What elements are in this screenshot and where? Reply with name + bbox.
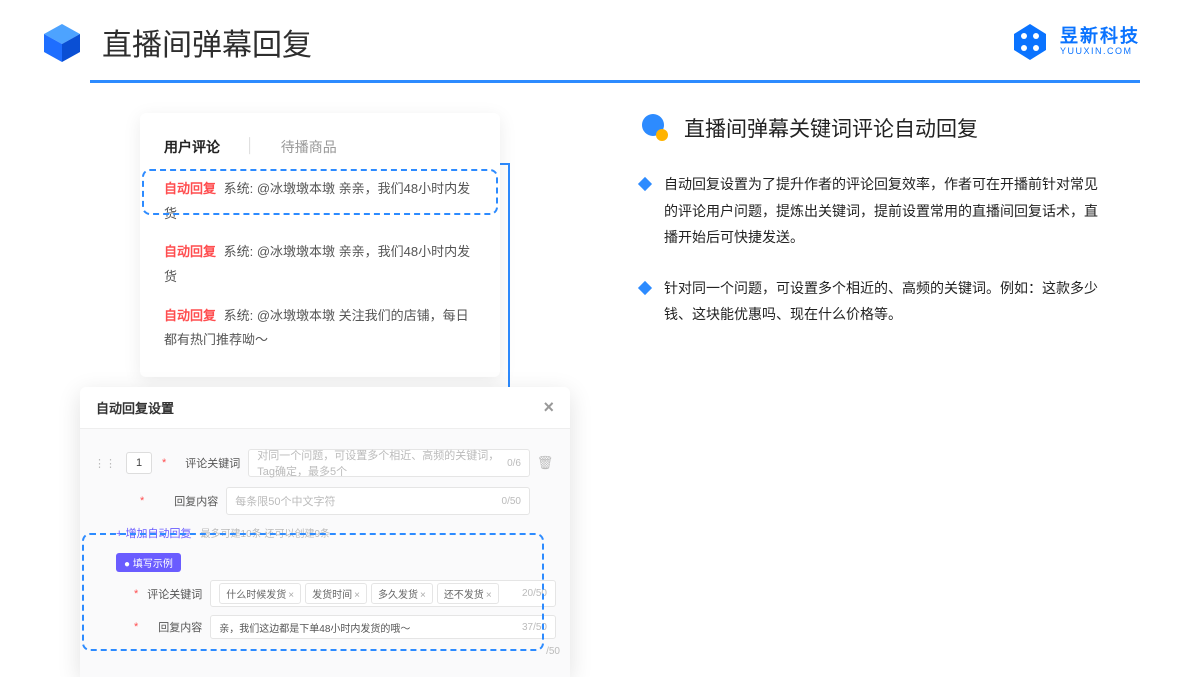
bullet-text: 自动回复设置为了提升作者的评论回复效率，作者可在开播前针对常见的评论用户问题，提… — [664, 171, 1110, 251]
highlight-box — [82, 533, 544, 651]
dialog-title: 自动回复设置 — [96, 398, 174, 417]
highlight-box — [142, 169, 498, 215]
diamond-icon — [638, 177, 652, 191]
comment-row: 自动回复 系统: @冰墩墩本墩 关注我们的店铺，每日都有热门推荐呦～ — [164, 304, 476, 353]
comments-panel: 用户评论 │ 待播商品 自动回复 系统: @冰墩墩本墩 亲亲，我们48小时内发货… — [140, 113, 500, 377]
content-label: 回复内容 — [148, 493, 218, 509]
header: 直播间弹幕回复 昱新科技 YUUXIN.COM — [0, 0, 1180, 74]
bullet-item: 自动回复设置为了提升作者的评论回复效率，作者可在开播前针对常见的评论用户问题，提… — [640, 171, 1110, 251]
chat-bubble-icon — [640, 113, 670, 143]
bullet-text: 针对同一个问题，可设置多个相近的、高频的关键词。例如：这款多少钱、这块能优惠吗、… — [664, 275, 1110, 328]
cube-icon — [40, 20, 84, 64]
page-title: 直播间弹幕回复 — [102, 20, 1010, 64]
rule-index: 1 — [126, 452, 152, 474]
content-input[interactable]: 每条限50个中文字符 0/50 — [226, 487, 530, 515]
auto-reply-tag: 自动回复 — [164, 308, 216, 323]
section-title: 直播间弹幕关键词评论自动回复 — [684, 113, 978, 143]
tab-separator: │ — [246, 137, 255, 157]
required-star: * — [162, 457, 166, 469]
brand-logo: 昱新科技 YUUXIN.COM — [1010, 22, 1140, 62]
brand-name-cn: 昱新科技 — [1060, 27, 1140, 47]
drag-handle[interactable]: ⋮⋮ — [94, 457, 116, 470]
content-placeholder: 每条限50个中文字符 — [235, 493, 335, 509]
trash-icon[interactable]: 🗑 — [534, 455, 556, 471]
keyword-input[interactable]: 对同一个问题，可设置多个相近、高频的关键词，Tag确定，最多5个 0/6 — [248, 449, 530, 477]
keyword-placeholder: 对同一个问题，可设置多个相近、高频的关键词，Tag确定，最多5个 — [257, 447, 501, 479]
keyword-label: 评论关键词 — [170, 455, 240, 471]
tab-user-comments[interactable]: 用户评论 — [164, 137, 220, 157]
close-icon[interactable]: × — [543, 397, 554, 418]
tab-pending-products[interactable]: 待播商品 — [281, 137, 337, 157]
brand-name-en: YUUXIN.COM — [1060, 47, 1140, 57]
required-star: * — [140, 495, 144, 507]
comment-row: 自动回复 系统: @冰墩墩本墩 亲亲，我们48小时内发货 — [164, 240, 476, 289]
brand-icon — [1010, 22, 1050, 62]
diamond-icon — [638, 281, 652, 295]
auto-reply-settings-dialog: 自动回复设置 × ⋮⋮ 1 * 评论关键词 对同一个问题，可设置多个相近、高频的… — [80, 387, 570, 677]
bullet-item: 针对同一个问题，可设置多个相近的、高频的关键词。例如：这款多少钱、这块能优惠吗、… — [640, 275, 1110, 328]
auto-reply-tag: 自动回复 — [164, 244, 216, 259]
keyword-counter: 0/6 — [507, 458, 521, 469]
pagination-text: /50 — [546, 646, 560, 657]
content-counter: 0/50 — [502, 496, 521, 507]
